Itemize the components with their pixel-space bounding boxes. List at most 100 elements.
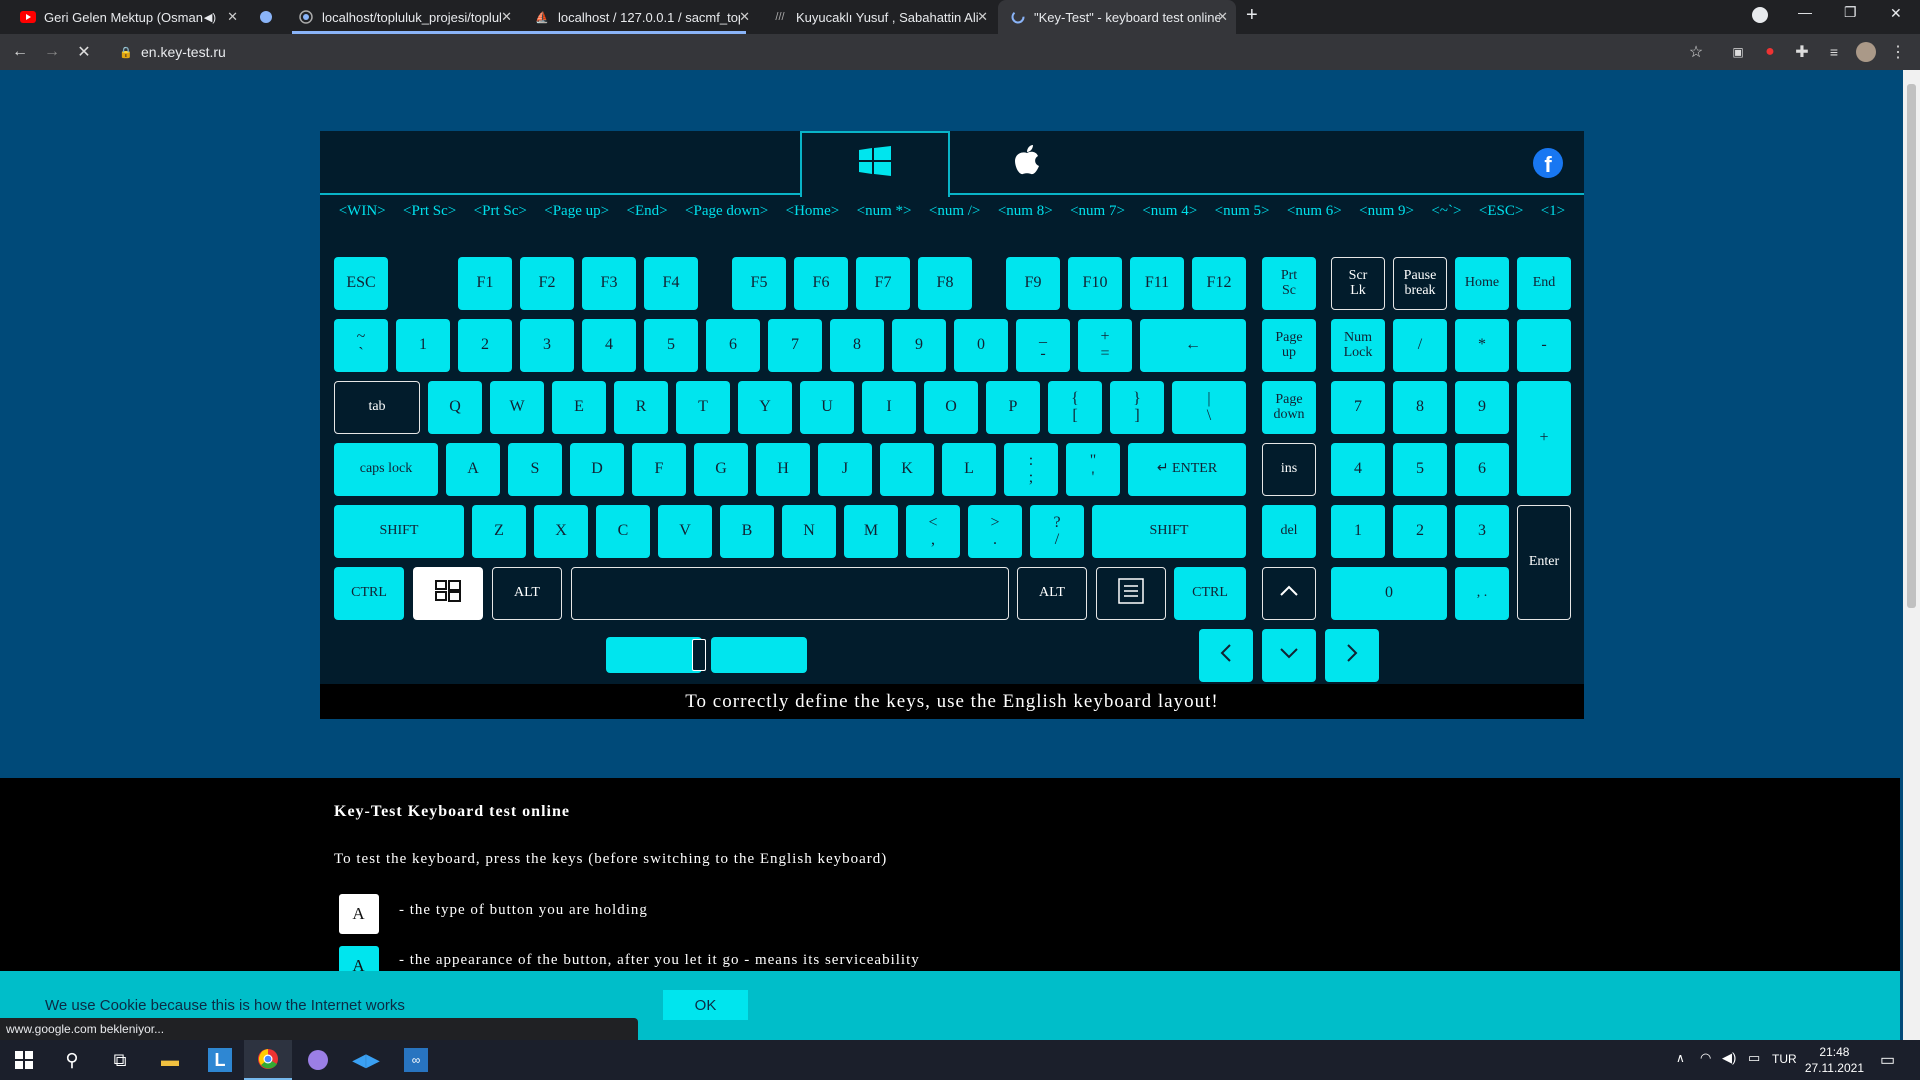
address-bar[interactable]: en.key-test.ru	[141, 44, 226, 60]
key-numenter[interactable]: Enter	[1517, 505, 1571, 620]
key-leftarrow[interactable]	[1199, 629, 1253, 682]
key-numplus[interactable]: +	[1517, 381, 1571, 496]
key-num9[interactable]: 9	[1455, 381, 1509, 434]
key-backspace[interactable]: ←	[1140, 319, 1246, 372]
key-f1[interactable]: F1	[458, 257, 512, 310]
key-f2[interactable]: F2	[520, 257, 574, 310]
file-explorer-icon[interactable]: ▬	[146, 1040, 194, 1080]
key-esc[interactable]: ESC	[334, 257, 388, 310]
key-d2[interactable]: 2	[458, 319, 512, 372]
key-ins[interactable]: ins	[1262, 443, 1316, 496]
page-scrollbar[interactable]	[1903, 70, 1920, 1040]
key-quote[interactable]: " '	[1066, 443, 1120, 496]
key-numlock[interactable]: Num Lock	[1331, 319, 1385, 372]
key-downarrow[interactable]	[1262, 629, 1316, 682]
key-num7[interactable]: 7	[1331, 381, 1385, 434]
key-i[interactable]: I	[862, 381, 916, 434]
lock-icon[interactable]: 🔒	[114, 40, 138, 64]
key-rbracket[interactable]: } ]	[1110, 381, 1164, 434]
key-d6[interactable]: 6	[706, 319, 760, 372]
key-num5[interactable]: 5	[1393, 443, 1447, 496]
key-h[interactable]: H	[756, 443, 810, 496]
key-z[interactable]: Z	[472, 505, 526, 558]
key-rctrl[interactable]: CTRL	[1174, 567, 1246, 620]
key-semicolon[interactable]: : ;	[1004, 443, 1058, 496]
key-backslash[interactable]: | \	[1172, 381, 1246, 434]
tab-youtube[interactable]: Geri Gelen Mektup (Osman ( ◀) ✕	[8, 0, 246, 34]
key-num6[interactable]: 6	[1455, 443, 1509, 496]
key-capslock[interactable]: caps lock	[334, 443, 438, 496]
stop-loading-icon[interactable]: ✕	[72, 40, 96, 64]
key-f9[interactable]: F9	[1006, 257, 1060, 310]
scrollbar-thumb[interactable]	[1907, 84, 1916, 608]
key-w[interactable]: W	[490, 381, 544, 434]
key-numstar[interactable]: *	[1455, 319, 1509, 372]
key-tilde[interactable]: ~ `	[334, 319, 388, 372]
key-num4[interactable]: 4	[1331, 443, 1385, 496]
key-uparrow[interactable]	[1262, 567, 1316, 620]
key-num0[interactable]: 0	[1331, 567, 1447, 620]
menu-kebab-icon[interactable]: ⋮	[1886, 40, 1910, 64]
key-f10[interactable]: F10	[1068, 257, 1122, 310]
key-pagedown[interactable]: Page down	[1262, 381, 1316, 434]
key-menukey[interactable]	[1096, 567, 1166, 620]
extensions-puzzle-icon[interactable]: ✚	[1790, 40, 1814, 64]
language-indicator[interactable]: TUR	[1772, 1052, 1797, 1066]
clock[interactable]: 21:48 27.11.2021	[1805, 1044, 1864, 1076]
extension-icon[interactable]: ▣	[1726, 40, 1750, 64]
close-tab-icon[interactable]: ✕	[1217, 9, 1228, 25]
key-d8[interactable]: 8	[830, 319, 884, 372]
key-lbracket[interactable]: { [	[1048, 381, 1102, 434]
mouse-wheel[interactable]	[692, 639, 706, 671]
tab-kuyucakli[interactable]: /// Kuyucaklı Yusuf , Sabahattin Ali - ✕	[760, 0, 996, 34]
windows-tab[interactable]	[800, 131, 950, 197]
key-f3[interactable]: F3	[582, 257, 636, 310]
tab-key-test[interactable]: "Key-Test" - keyboard test online ✕	[998, 0, 1236, 34]
avatar[interactable]	[1854, 40, 1878, 64]
restore-icon[interactable]: ❐	[1844, 4, 1857, 21]
bookmark-star-icon[interactable]: ☆	[1684, 40, 1708, 64]
minimize-icon[interactable]: —	[1798, 4, 1812, 20]
key-period[interactable]: > .	[968, 505, 1022, 558]
key-pageup[interactable]: Page up	[1262, 319, 1316, 372]
close-tab-icon[interactable]: ✕	[977, 9, 988, 25]
key-d5[interactable]: 5	[644, 319, 698, 372]
key-d4[interactable]: 4	[582, 319, 636, 372]
key-e[interactable]: E	[552, 381, 606, 434]
key-f12[interactable]: F12	[1192, 257, 1246, 310]
network-icon[interactable]: ◠	[1700, 1050, 1711, 1066]
search-icon[interactable]: ⚲	[48, 1040, 96, 1080]
cookie-ok-button[interactable]: OK	[663, 990, 748, 1020]
key-d3[interactable]: 3	[520, 319, 574, 372]
key-f5[interactable]: F5	[732, 257, 786, 310]
key-end[interactable]: End	[1517, 257, 1571, 310]
back-icon[interactable]: ←	[8, 40, 32, 64]
key-del[interactable]: del	[1262, 505, 1316, 558]
key-tab[interactable]: tab	[334, 381, 420, 434]
key-comma[interactable]: < ,	[906, 505, 960, 558]
notifications-icon[interactable]: ▭	[1880, 1050, 1895, 1070]
close-tab-icon[interactable]: ✕	[501, 9, 512, 25]
forward-icon[interactable]: →	[40, 40, 64, 64]
arduino-icon[interactable]: ∞	[392, 1040, 440, 1080]
key-n[interactable]: N	[782, 505, 836, 558]
key-u[interactable]: U	[800, 381, 854, 434]
key-c[interactable]: C	[596, 505, 650, 558]
key-b[interactable]: B	[720, 505, 774, 558]
key-g[interactable]: G	[694, 443, 748, 496]
new-tab-icon[interactable]: +	[1246, 4, 1258, 27]
key-f4[interactable]: F4	[644, 257, 698, 310]
volume-icon[interactable]: ◀)	[1722, 1050, 1736, 1066]
key-f6[interactable]: F6	[794, 257, 848, 310]
vscode-icon[interactable]: ◀▶	[342, 1040, 390, 1080]
close-tab-icon[interactable]: ✕	[227, 9, 238, 25]
reading-list-icon[interactable]: ≡	[1822, 40, 1846, 64]
key-minus[interactable]: _ -	[1016, 319, 1070, 372]
mouse-left-button[interactable]	[606, 637, 702, 673]
key-f[interactable]: F	[632, 443, 686, 496]
key-l[interactable]: L	[942, 443, 996, 496]
key-d1[interactable]: 1	[396, 319, 450, 372]
key-s[interactable]: S	[508, 443, 562, 496]
close-tab-icon[interactable]: ✕	[739, 9, 750, 25]
key-space[interactable]	[571, 567, 1009, 620]
